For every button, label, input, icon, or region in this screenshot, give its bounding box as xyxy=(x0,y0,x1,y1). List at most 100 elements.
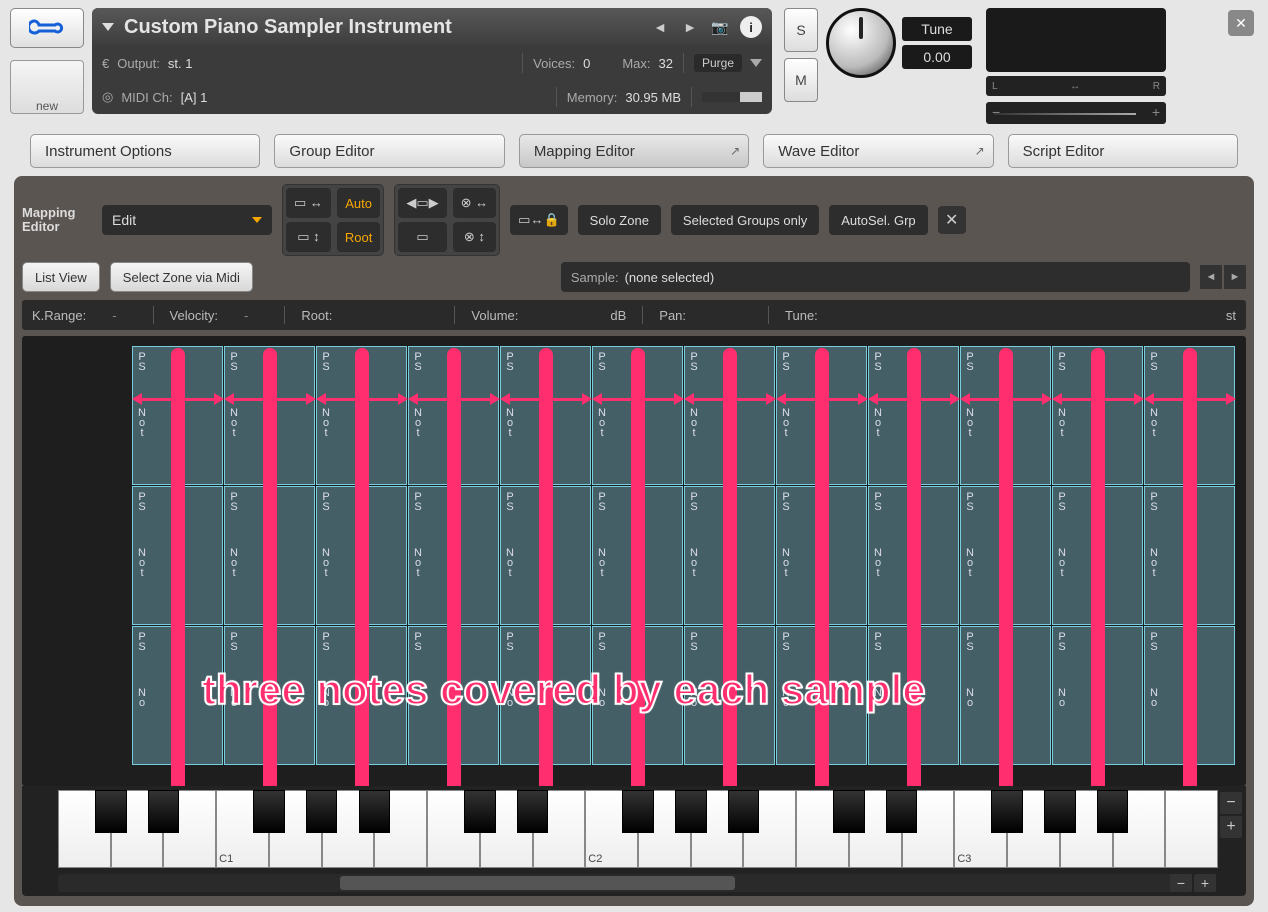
purge-button[interactable]: Purge xyxy=(694,54,742,72)
expand-icon[interactable] xyxy=(102,23,114,31)
annotation-line xyxy=(723,348,737,786)
sample-field: Sample: (none selected) xyxy=(561,262,1190,292)
tab-instrument-options[interactable]: Instrument Options xyxy=(30,134,260,168)
annotation-line xyxy=(355,348,369,786)
memory-label: Memory: xyxy=(567,90,618,105)
black-key[interactable] xyxy=(622,790,654,833)
white-key[interactable] xyxy=(1165,790,1218,868)
annotation-line xyxy=(815,348,829,786)
vzoom-out-button[interactable]: − xyxy=(1220,792,1242,814)
annotation-line xyxy=(447,348,461,786)
black-key[interactable] xyxy=(1044,790,1076,833)
tab-group-editor[interactable]: Group Editor xyxy=(274,134,504,168)
lock-button[interactable]: ▭↔🔒 xyxy=(510,205,567,235)
next-icon[interactable]: ► xyxy=(680,17,700,37)
new-button[interactable]: new xyxy=(10,60,84,114)
annotation-arrow xyxy=(140,398,216,401)
black-key[interactable] xyxy=(306,790,338,833)
auto-button[interactable]: Auto xyxy=(337,188,380,218)
volume-slider[interactable]: − + xyxy=(986,102,1166,124)
max-label: Max: xyxy=(622,56,650,71)
tool-xfade-v[interactable]: ⊗ ↕ xyxy=(453,222,497,252)
annotation-arrow xyxy=(968,398,1044,401)
black-key[interactable] xyxy=(517,790,549,833)
piano-keyboard[interactable]: C1C2C3 xyxy=(58,790,1218,868)
annotation-arrow xyxy=(324,398,400,401)
vzoom-in-button[interactable]: + xyxy=(1220,816,1242,838)
close-button[interactable]: ✕ xyxy=(1228,10,1254,36)
black-key[interactable] xyxy=(253,790,285,833)
black-key[interactable] xyxy=(464,790,496,833)
wrench-button[interactable] xyxy=(10,8,84,48)
param-strip: K.Range: - Velocity: - Root: Volume: dB … xyxy=(22,300,1246,330)
black-key[interactable] xyxy=(675,790,707,833)
annotation-arrow xyxy=(692,398,768,401)
hzoom-out-button[interactable]: − xyxy=(1170,874,1192,892)
tune-knob[interactable] xyxy=(826,8,896,78)
tool-xfade-h[interactable]: ⊗ ↔ xyxy=(453,188,497,218)
annotation-line xyxy=(1091,348,1105,786)
sample-next-button[interactable]: ► xyxy=(1224,265,1246,289)
hscrollbar[interactable] xyxy=(58,874,1186,892)
annotation-text: three notes covered by each sample xyxy=(202,666,926,714)
hscroll-thumb[interactable] xyxy=(340,876,735,890)
annotation-arrow xyxy=(600,398,676,401)
autosel-grp-button[interactable]: AutoSel. Grp xyxy=(829,205,927,235)
sample-label: Sample: xyxy=(571,270,619,285)
edit-dropdown[interactable]: Edit xyxy=(102,205,272,235)
tool-hstretch[interactable]: ▭ ↔ xyxy=(286,188,331,218)
instrument-header: Custom Piano Sampler Instrument ◄ ► 📷 i … xyxy=(92,8,772,114)
info-icon[interactable]: i xyxy=(740,16,762,38)
prev-icon[interactable]: ◄ xyxy=(650,17,670,37)
black-key[interactable] xyxy=(886,790,918,833)
list-view-button[interactable]: List View xyxy=(22,262,100,292)
tool-vstretch[interactable]: ▭ ↕ xyxy=(286,222,331,252)
tab-mapping-editor[interactable]: Mapping Editor↗ xyxy=(519,134,749,168)
select-zone-midi-button[interactable]: Select Zone via Midi xyxy=(110,262,253,292)
annotation-arrow xyxy=(416,398,492,401)
tune-param-label: Tune: xyxy=(785,308,818,323)
solo-button[interactable]: S xyxy=(784,8,818,52)
mute-button[interactable]: M xyxy=(784,58,818,102)
voices-value: 0 xyxy=(583,56,590,71)
black-key[interactable] xyxy=(148,790,180,833)
annotation-arrow xyxy=(508,398,584,401)
output-meters xyxy=(986,8,1166,72)
annotation-line xyxy=(631,348,645,786)
annotation-line xyxy=(539,348,553,786)
root-button[interactable]: Root xyxy=(337,222,380,252)
black-key[interactable] xyxy=(833,790,865,833)
black-key[interactable] xyxy=(991,790,1023,833)
max-value[interactable]: 32 xyxy=(659,56,673,71)
black-key[interactable] xyxy=(359,790,391,833)
output-value[interactable]: st. 1 xyxy=(168,56,193,71)
pan-slider[interactable]: L ↔ R xyxy=(986,76,1166,96)
black-key[interactable] xyxy=(1097,790,1129,833)
midi-value[interactable]: [A] 1 xyxy=(181,90,208,105)
popout-icon[interactable]: ↗ xyxy=(975,144,985,158)
krange-value[interactable]: - xyxy=(112,308,116,323)
selected-groups-button[interactable]: Selected Groups only xyxy=(671,205,819,235)
popout-icon[interactable]: ↗ xyxy=(730,144,740,158)
root-label: Root: xyxy=(301,308,332,323)
solo-zone-button[interactable]: Solo Zone xyxy=(578,205,661,235)
annotation-line xyxy=(999,348,1013,786)
velocity-value[interactable]: - xyxy=(244,308,248,323)
annotation-line xyxy=(907,348,921,786)
sample-prev-button[interactable]: ◄ xyxy=(1200,265,1222,289)
tab-wave-editor[interactable]: Wave Editor↗ xyxy=(763,134,993,168)
tune-value[interactable]: 0.00 xyxy=(902,45,972,69)
annotation-line xyxy=(1183,348,1197,786)
annotation-arrow xyxy=(876,398,952,401)
zone-grid[interactable]: PSNotPSNotPSNotPSNotPSNotPSNotPSNotPSNot… xyxy=(22,336,1246,786)
tool-arrange-v[interactable]: ▭ xyxy=(398,222,446,252)
black-key[interactable] xyxy=(728,790,760,833)
snapshot-icon[interactable]: 📷 xyxy=(710,17,730,37)
voices-label: Voices: xyxy=(533,56,575,71)
purge-menu-icon[interactable] xyxy=(750,59,762,67)
hzoom-in-button[interactable]: + xyxy=(1194,874,1216,892)
tab-script-editor[interactable]: Script Editor xyxy=(1008,134,1238,168)
tool-arrange-h[interactable]: ◀▭▶ xyxy=(398,188,446,218)
black-key[interactable] xyxy=(95,790,127,833)
panel-close-button[interactable]: ✕ xyxy=(938,206,966,234)
